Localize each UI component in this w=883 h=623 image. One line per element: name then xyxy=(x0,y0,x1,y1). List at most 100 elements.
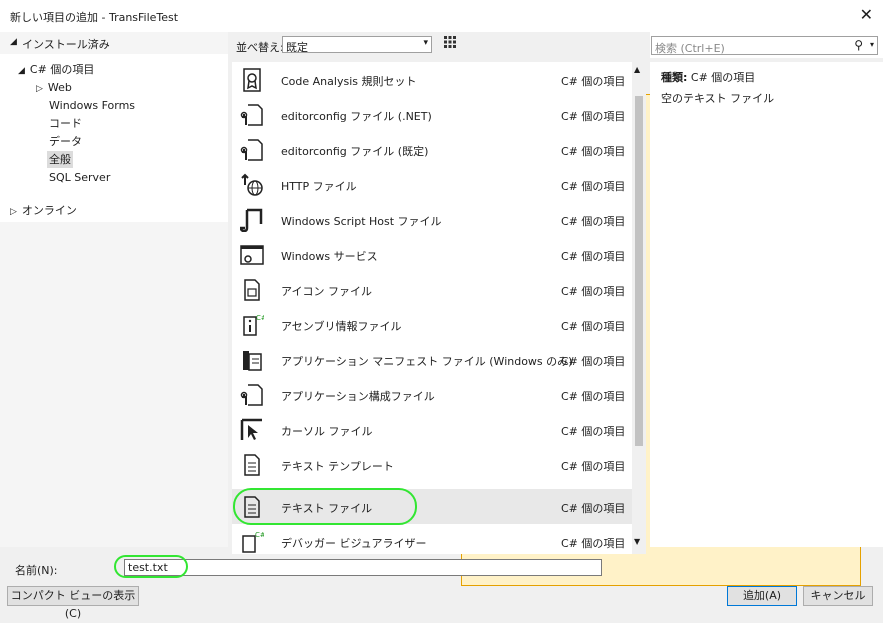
highlight-oval xyxy=(233,488,417,525)
tree-node-online[interactable]: ▷ オンライン xyxy=(10,202,77,218)
svg-text:C#: C# xyxy=(255,531,264,539)
list-item[interactable]: アイコン ファイル C# 個の項目 xyxy=(232,272,632,307)
wrench-doc-icon xyxy=(240,383,264,407)
window-title: 新しい項目の追加 - TransFileTest xyxy=(10,11,179,24)
details-panel: 検索 (Ctrl+E) ⚲ ▾ 種類: C# 個の項目 空のテキスト ファイル xyxy=(650,32,883,547)
tree-node-label: 全般 xyxy=(49,153,71,166)
item-name: アプリケーション マニフェスト ファイル (Windows のみ) xyxy=(281,355,573,368)
text-doc-icon xyxy=(240,453,264,477)
list-item[interactable]: Code Analysis 規則セット C# 個の項目 xyxy=(232,62,632,97)
item-name: Windows Script Host ファイル xyxy=(281,215,442,228)
item-name: カーソル ファイル xyxy=(281,425,373,438)
installed-label: インストール済み xyxy=(22,38,110,51)
collapsed-arrow-icon: ▷ xyxy=(36,84,43,94)
item-name: HTTP ファイル xyxy=(281,180,357,193)
item-language: C# 個の項目 xyxy=(561,250,626,263)
list-item[interactable]: C# アセンブリ情報ファイル C# 個の項目 xyxy=(232,307,632,342)
svg-text:C#: C# xyxy=(256,314,264,322)
info-doc-icon: C# xyxy=(240,313,267,337)
tree-node-windows-forms[interactable]: Windows Forms xyxy=(49,97,135,114)
list-item[interactable]: HTTP ファイル C# 個の項目 xyxy=(232,167,632,202)
list-item[interactable]: テキスト テンプレート C# 個の項目 xyxy=(232,447,632,482)
list-item[interactable]: アプリケーション マニフェスト ファイル (Windows のみ) C# 個の項… xyxy=(232,342,632,377)
scroll-thumb[interactable] xyxy=(635,96,643,446)
item-name: editorconfig ファイル (既定) xyxy=(281,145,429,158)
cursor-icon xyxy=(240,418,264,442)
type-label: 種類: xyxy=(661,71,688,84)
tree-node-label: Web xyxy=(47,81,72,94)
item-language: C# 個の項目 xyxy=(561,215,626,228)
script-icon xyxy=(239,208,264,233)
search-input[interactable]: 検索 (Ctrl+E) ⚲ ▾ xyxy=(651,36,878,55)
type-line: 種類: C# 個の項目 xyxy=(661,69,755,85)
list-item[interactable]: Windows Script Host ファイル C# 個の項目 xyxy=(232,202,632,237)
item-name: アイコン ファイル xyxy=(281,285,372,298)
list-item[interactable]: C# デバッガー ビジュアライザー C# 個の項目 xyxy=(232,524,632,554)
list-item[interactable]: editorconfig ファイル (既定) C# 個の項目 xyxy=(232,132,632,167)
list-item[interactable]: カーソル ファイル C# 個の項目 xyxy=(232,412,632,447)
globe-arrow-icon xyxy=(240,173,264,197)
name-input[interactable]: test.txt xyxy=(124,559,602,576)
compact-view-button[interactable]: コンパクト ビューの表示(C) xyxy=(7,586,139,620)
expanded-arrow-icon: ◢ xyxy=(18,66,25,76)
tree-node-sql-server[interactable]: SQL Server xyxy=(49,169,110,186)
list-item[interactable]: アプリケーション構成ファイル C# 個の項目 xyxy=(232,377,632,412)
scroll-down-icon[interactable]: ▼ xyxy=(634,537,640,546)
item-language: C# 個の項目 xyxy=(561,460,626,473)
type-value: C# 個の項目 xyxy=(690,71,756,84)
grid-view-icon[interactable] xyxy=(441,36,459,54)
item-name: editorconfig ファイル (.NET) xyxy=(281,110,432,123)
search-icon[interactable]: ⚲ xyxy=(854,38,863,52)
panel-divider xyxy=(650,58,883,62)
collapse-arrow-icon: ◢ xyxy=(10,37,17,47)
tree-node-label: データ xyxy=(49,135,82,148)
item-name: アセンブリ情報ファイル xyxy=(281,320,402,333)
tree-node-label: コード xyxy=(49,117,82,130)
item-language: C# 個の項目 xyxy=(561,537,626,550)
wrench-doc-icon xyxy=(240,103,264,127)
tree-node-label: C# 個の項目 xyxy=(29,63,95,76)
manifest-icon xyxy=(240,348,264,372)
category-panel: ◢ インストール済み ◢ C# 個の項目 ▷ Web Windows Forms コ… xyxy=(0,32,228,547)
icon-file-icon xyxy=(240,278,264,302)
scroll-up-icon[interactable]: ▲ xyxy=(634,65,640,74)
close-icon[interactable]: ✕ xyxy=(860,4,873,26)
tree-node-web[interactable]: ▷ Web xyxy=(36,79,72,96)
item-name: テキスト テンプレート xyxy=(281,460,394,473)
tree-node-label: オンライン xyxy=(21,204,77,217)
item-language: C# 個の項目 xyxy=(561,355,626,368)
add-button[interactable]: 追加(A) xyxy=(727,586,797,606)
item-language: C# 個の項目 xyxy=(561,110,626,123)
highlight-oval xyxy=(114,555,188,578)
item-language: C# 個の項目 xyxy=(561,502,626,515)
list-item[interactable]: editorconfig ファイル (.NET) C# 個の項目 xyxy=(232,97,632,132)
item-name: Windows サービス xyxy=(281,250,378,263)
item-language: C# 個の項目 xyxy=(561,390,626,403)
title-bar: 新しい項目の追加 - TransFileTest ✕ xyxy=(0,0,883,32)
sort-dropdown[interactable]: 既定 ▾ xyxy=(282,36,432,54)
item-name: アプリケーション構成ファイル xyxy=(281,390,435,403)
item-language: C# 個の項目 xyxy=(561,320,626,333)
tree-node-general[interactable]: 全般 xyxy=(47,151,73,168)
installed-header[interactable]: ◢ インストール済み xyxy=(0,32,228,54)
tree-node-label: SQL Server xyxy=(49,171,111,184)
list-scrollbar[interactable]: ▲ ▼ xyxy=(632,62,646,554)
tree-node-label: Windows Forms xyxy=(49,99,136,112)
item-language: C# 個の項目 xyxy=(561,425,626,438)
tree-node-code[interactable]: コード xyxy=(49,115,82,132)
list-toolbar: 並べ替え: 既定 ▾ xyxy=(230,32,861,586)
ribbon-icon xyxy=(240,68,264,92)
tree-node-csharp[interactable]: ◢ C# 個の項目 xyxy=(18,61,94,78)
chevron-down-icon: ▾ xyxy=(423,38,428,48)
search-placeholder: 検索 (Ctrl+E) xyxy=(655,42,725,55)
cancel-button[interactable]: キャンセル xyxy=(803,586,873,606)
service-icon xyxy=(240,243,264,267)
category-tree: ◢ C# 個の項目 ▷ Web Windows Forms コード データ 全般 S… xyxy=(0,54,228,222)
template-list: Code Analysis 規則セット C# 個の項目 editorconfig… xyxy=(232,62,632,554)
item-language: C# 個の項目 xyxy=(561,180,626,193)
tree-node-data[interactable]: データ xyxy=(49,133,82,150)
item-language: C# 個の項目 xyxy=(561,145,626,158)
chevron-down-icon[interactable]: ▾ xyxy=(870,40,874,49)
list-item[interactable]: Windows サービス C# 個の項目 xyxy=(232,237,632,272)
visualizer-icon: C# xyxy=(240,530,266,554)
